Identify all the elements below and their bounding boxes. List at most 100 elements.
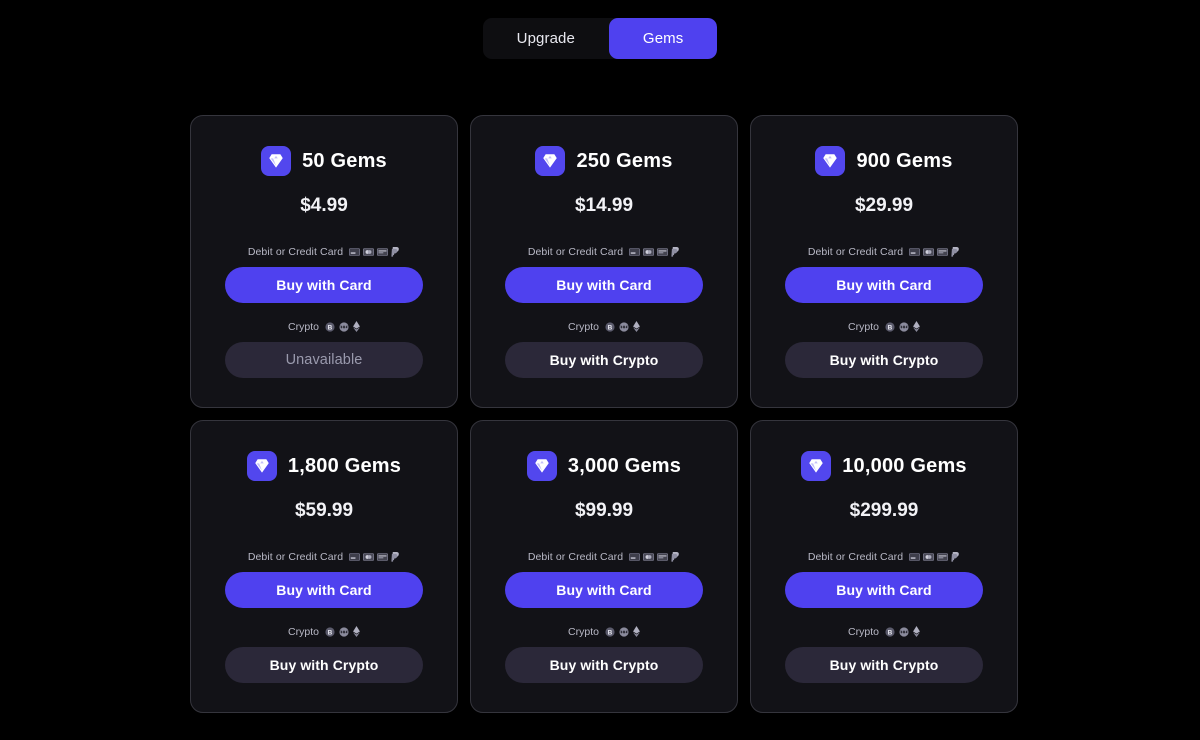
crypto-brand-icons: B [885,626,920,637]
buy-with-card-button[interactable]: Buy with Card [225,267,423,303]
gem-package-card: 1,800 Gems $59.99 Debit or Credit Card Buy … [190,420,458,713]
visa-card-icon [349,248,360,256]
monero-icon [899,627,909,637]
paypal-icon [391,247,400,257]
price-label: $299.99 [850,500,919,522]
paypal-icon [951,552,960,562]
monero-icon [339,322,349,332]
tab-gems[interactable]: Gems [609,18,717,59]
card-header: 1,800 Gems [247,451,401,481]
card-method-row: Debit or Credit Card [248,245,400,258]
crypto-method-row: Crypto B [848,320,920,333]
gem-package-card: 10,000 Gems $299.99 Debit or Credit Card Bu… [750,420,1018,713]
gem-package-card: 250 Gems$14.99Debit or Credit CardBuy wi… [470,115,738,408]
buy-with-card-button[interactable]: Buy with Card [785,572,983,608]
svg-text:B: B [608,324,613,331]
amex-card-icon [657,248,668,256]
price-label: $99.99 [575,500,633,522]
card-brand-icons [909,552,960,562]
buy-with-card-button[interactable]: Buy with Card [505,572,703,608]
crypto-method-label: Crypto [848,626,879,638]
card-method-row: Debit or Credit Card [808,550,960,563]
monero-icon [619,627,629,637]
card-method-label: Debit or Credit Card [808,246,903,258]
bitcoin-icon: B [605,322,615,332]
gem-package-card: 50 Gems$4.99Debit or Credit CardBuy with… [190,115,458,408]
tabbar-container: Upgrade Gems [0,0,1200,59]
card-brand-icons [909,247,960,257]
buy-with-crypto-button[interactable]: Buy with Crypto [785,342,983,378]
buy-with-crypto-button[interactable]: Buy with Crypto [505,342,703,378]
visa-card-icon [909,553,920,561]
gem-package-card: 3,000 Gems $99.99 Debit or Credit Card Buy … [470,420,738,713]
amex-card-icon [377,553,388,561]
card-header: 50 Gems [261,146,387,176]
gems-purchase-page: Upgrade Gems 50 Gems$4.99Debit or Credit… [0,0,1200,740]
gem-package-card: 900 Gems $29.99 Debit or Credit Card Buy wi… [750,115,1018,408]
bitcoin-icon: B [325,627,335,637]
visa-card-icon [909,248,920,256]
crypto-brand-icons: B [885,321,920,332]
price-label: $29.99 [855,195,913,217]
crypto-brand-icons: B [605,321,640,332]
card-brand-icons [629,247,680,257]
crypto-brand-icons: B [605,626,640,637]
card-brand-icons [349,247,400,257]
card-method-label: Debit or Credit Card [808,551,903,563]
ethereum-icon [353,626,360,637]
svg-text:B: B [328,324,333,331]
buy-with-card-button[interactable]: Buy with Card [225,572,423,608]
tab-upgrade[interactable]: Upgrade [483,18,609,59]
gem-amount-label: 250 Gems [576,150,672,173]
amex-card-icon [657,553,668,561]
crypto-method-label: Crypto [288,626,319,638]
gem-icon [527,451,557,481]
buy-with-crypto-button[interactable]: Buy with Crypto [785,647,983,683]
mastercard-icon [363,248,374,256]
paypal-icon [671,247,680,257]
gem-icon [535,146,565,176]
buy-with-card-button[interactable]: Buy with Card [505,267,703,303]
gem-icon [801,451,831,481]
buy-with-card-button[interactable]: Buy with Card [785,267,983,303]
gem-icon [261,146,291,176]
visa-card-icon [629,248,640,256]
crypto-method-row: Crypto B [288,625,360,638]
visa-card-icon [629,553,640,561]
tabbar: Upgrade Gems [483,18,718,59]
mastercard-icon [923,553,934,561]
svg-text:B: B [888,629,893,636]
card-header: 10,000 Gems [801,451,967,481]
gem-icon [815,146,845,176]
crypto-brand-icons: B [325,321,360,332]
card-method-label: Debit or Credit Card [528,551,623,563]
ethereum-icon [913,626,920,637]
crypto-unavailable-button: Unavailable [225,342,423,378]
amex-card-icon [937,553,948,561]
card-brand-icons [629,552,680,562]
paypal-icon [391,552,400,562]
svg-text:B: B [328,629,333,636]
crypto-method-row: Crypto B [848,625,920,638]
svg-text:B: B [888,324,893,331]
buy-with-crypto-button[interactable]: Buy with Crypto [505,647,703,683]
mastercard-icon [923,248,934,256]
gem-amount-label: 3,000 Gems [568,455,681,478]
ethereum-icon [353,321,360,332]
price-label: $59.99 [295,500,353,522]
card-header: 250 Gems [535,146,672,176]
gem-amount-label: 1,800 Gems [288,455,401,478]
monero-icon [619,322,629,332]
gem-amount-label: 10,000 Gems [842,455,967,478]
card-method-row: Debit or Credit Card [808,245,960,258]
mastercard-icon [643,248,654,256]
card-method-label: Debit or Credit Card [248,551,343,563]
card-brand-icons [349,552,400,562]
card-header: 900 Gems [815,146,952,176]
paypal-icon [951,247,960,257]
gem-amount-label: 50 Gems [302,150,387,173]
crypto-method-label: Crypto [848,321,879,333]
card-method-row: Debit or Credit Card [528,245,680,258]
card-header: 3,000 Gems [527,451,681,481]
buy-with-crypto-button[interactable]: Buy with Crypto [225,647,423,683]
